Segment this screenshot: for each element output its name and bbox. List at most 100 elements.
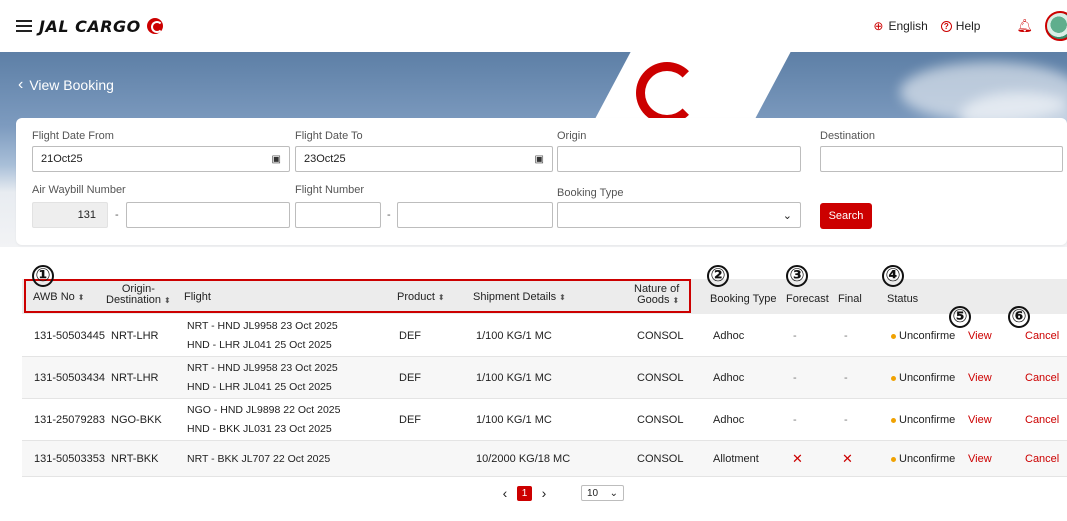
notification-bell-icon[interactable]: 🔔︎: [1016, 18, 1033, 34]
flight-cell: NRT - BKK JL707 22 Oct 2025: [187, 453, 331, 465]
status-dot: [891, 456, 896, 462]
origin-destination-cell: NRT-BKK: [111, 453, 159, 465]
booking-type-cell: Allotment: [713, 453, 759, 465]
view-booking-page: JAL CARGO ⊕ English ? Help 🔔︎ ‹ View Boo…: [0, 0, 1067, 521]
air-waybill-label: Air Waybill Number: [32, 184, 126, 196]
flight-date-from-field[interactable]: 21Oct25 ▣: [32, 146, 290, 172]
flight-number-input[interactable]: [397, 202, 553, 228]
status-dot: [891, 333, 896, 339]
awb-separator: -: [115, 209, 119, 221]
help-label: Help: [955, 19, 981, 33]
current-page[interactable]: 1: [517, 485, 532, 501]
annotation-marker-2: ②: [707, 265, 729, 287]
calendar-icon[interactable]: ▣: [535, 154, 544, 165]
page-size-select[interactable]: 10 ⌄: [581, 485, 624, 501]
final-cell: -: [844, 330, 848, 342]
flight-date-to-value: 23Oct25: [304, 153, 346, 165]
booking-type-cell: Adhoc: [713, 414, 745, 426]
help-link[interactable]: ? Help: [940, 19, 981, 33]
cancel-link[interactable]: Cancel: [1025, 453, 1059, 465]
awb-prefix-field: 131: [32, 202, 108, 228]
product-cell: DEF: [399, 372, 421, 384]
flight-date-to-field[interactable]: 23Oct25 ▣: [295, 146, 553, 172]
menu-icon[interactable]: [16, 20, 32, 32]
origin-destination-cell: NRT-LHR: [111, 330, 159, 342]
top-bar: JAL CARGO ⊕ English ? Help 🔔︎: [0, 0, 1067, 52]
awb-cell: 131-25079283: [34, 414, 105, 426]
search-button[interactable]: Search: [820, 203, 872, 229]
language-selector[interactable]: ⊕ English: [873, 19, 927, 33]
page-size-value: 10: [587, 487, 599, 499]
cancel-link[interactable]: Cancel: [1025, 414, 1059, 426]
chevron-left-icon[interactable]: ‹: [498, 485, 512, 501]
col-status: Status: [887, 293, 919, 305]
forecast-cell: -: [793, 372, 797, 384]
calendar-icon[interactable]: ▣: [272, 154, 281, 165]
booking-type-label: Booking Type: [557, 187, 624, 199]
awb-cell: 131-50503434: [34, 372, 105, 384]
flight-number-label: Flight Number: [295, 184, 365, 196]
annotation-highlight-box: [24, 279, 691, 313]
view-link[interactable]: View: [968, 414, 992, 426]
flight-date-from-value: 21Oct25: [41, 153, 83, 165]
table-row: 131-50503445 NRT-LHR NRT - HND JL9958 23…: [22, 315, 1067, 357]
flight-carrier-input[interactable]: [295, 202, 381, 228]
view-link[interactable]: View: [968, 453, 992, 465]
destination-label: Destination: [820, 130, 876, 142]
flight-date-from-label: Flight Date From: [32, 130, 114, 142]
destination-input[interactable]: [820, 146, 1063, 172]
nature-cell: CONSOL: [637, 453, 684, 465]
chevron-right-icon[interactable]: ›: [537, 485, 551, 501]
forecast-cell: -: [793, 330, 797, 342]
final-x-icon: ✕: [842, 451, 853, 466]
booking-type-select[interactable]: ⌄: [557, 202, 801, 228]
filter-card: Flight Date From 21Oct25 ▣ Flight Date T…: [16, 118, 1067, 245]
page-title: View Booking: [29, 77, 114, 93]
awb-cell: 131-50503353: [34, 453, 105, 465]
flight-segment: HND - LHR JL041 25 Oct 2025: [187, 381, 332, 393]
cancel-link[interactable]: Cancel: [1025, 330, 1059, 342]
status-text: Unconfirme: [899, 453, 956, 465]
status-dot: [891, 417, 896, 423]
nature-cell: CONSOL: [637, 372, 684, 384]
view-link[interactable]: View: [968, 330, 992, 342]
col-forecast: Forecast: [786, 293, 829, 305]
annotation-marker-3: ③: [786, 265, 808, 287]
annotation-marker-4: ④: [882, 265, 904, 287]
status-dot: [891, 375, 896, 381]
origin-input[interactable]: [557, 146, 801, 172]
chevron-left-icon: ‹: [18, 76, 24, 93]
shipment-cell: 10/2000 KG/18 MC: [476, 453, 571, 465]
globe-icon: ⊕: [873, 19, 884, 33]
tsurumaru-logo-icon: [636, 62, 698, 124]
shipment-cell: 1/100 KG/1 MC: [476, 414, 552, 426]
forecast-x-icon: ✕: [792, 451, 803, 466]
status-cell: Unconfirme: [891, 330, 955, 342]
status-text: Unconfirme: [899, 372, 956, 384]
user-avatar[interactable]: [1045, 11, 1067, 41]
view-link[interactable]: View: [968, 372, 992, 384]
top-right-actions: ⊕ English ? Help 🔔︎: [873, 0, 1067, 52]
chevron-down-icon: ⌄: [609, 487, 618, 499]
flight-segment: NRT - HND JL9958 23 Oct 2025: [187, 362, 338, 374]
awb-number-input[interactable]: [126, 202, 290, 228]
product-cell: DEF: [399, 414, 421, 426]
cancel-link[interactable]: Cancel: [1025, 372, 1059, 384]
col-booking-type: Booking Type: [710, 293, 777, 305]
flight-number-separator: -: [387, 209, 391, 221]
table-row: 131-50503434 NRT-LHR NRT - HND JL9958 23…: [22, 357, 1067, 399]
awb-cell: 131-50503445: [34, 330, 105, 342]
booking-results: AWB No ⬍ Origin- Destination ⬍ Flight Prod…: [0, 255, 1067, 521]
booking-type-cell: Adhoc: [713, 372, 745, 384]
flight-segment: HND - LHR JL041 25 Oct 2025: [187, 339, 332, 351]
flight-cell: NRT - HND JL9958 23 Oct 2025 HND - LHR J…: [187, 317, 338, 355]
final-cell: -: [844, 414, 848, 426]
origin-label: Origin: [557, 130, 587, 142]
nature-cell: CONSOL: [637, 330, 684, 342]
back-to-view-booking[interactable]: ‹ View Booking: [18, 76, 114, 94]
chevron-down-icon: ⌄: [782, 209, 792, 222]
booking-type-cell: Adhoc: [713, 330, 745, 342]
col-final: Final: [838, 293, 862, 305]
table-row: 131-25079283 NGO-BKK NGO - HND JL9898 22…: [22, 399, 1067, 441]
status-cell: Unconfirme: [891, 414, 955, 426]
